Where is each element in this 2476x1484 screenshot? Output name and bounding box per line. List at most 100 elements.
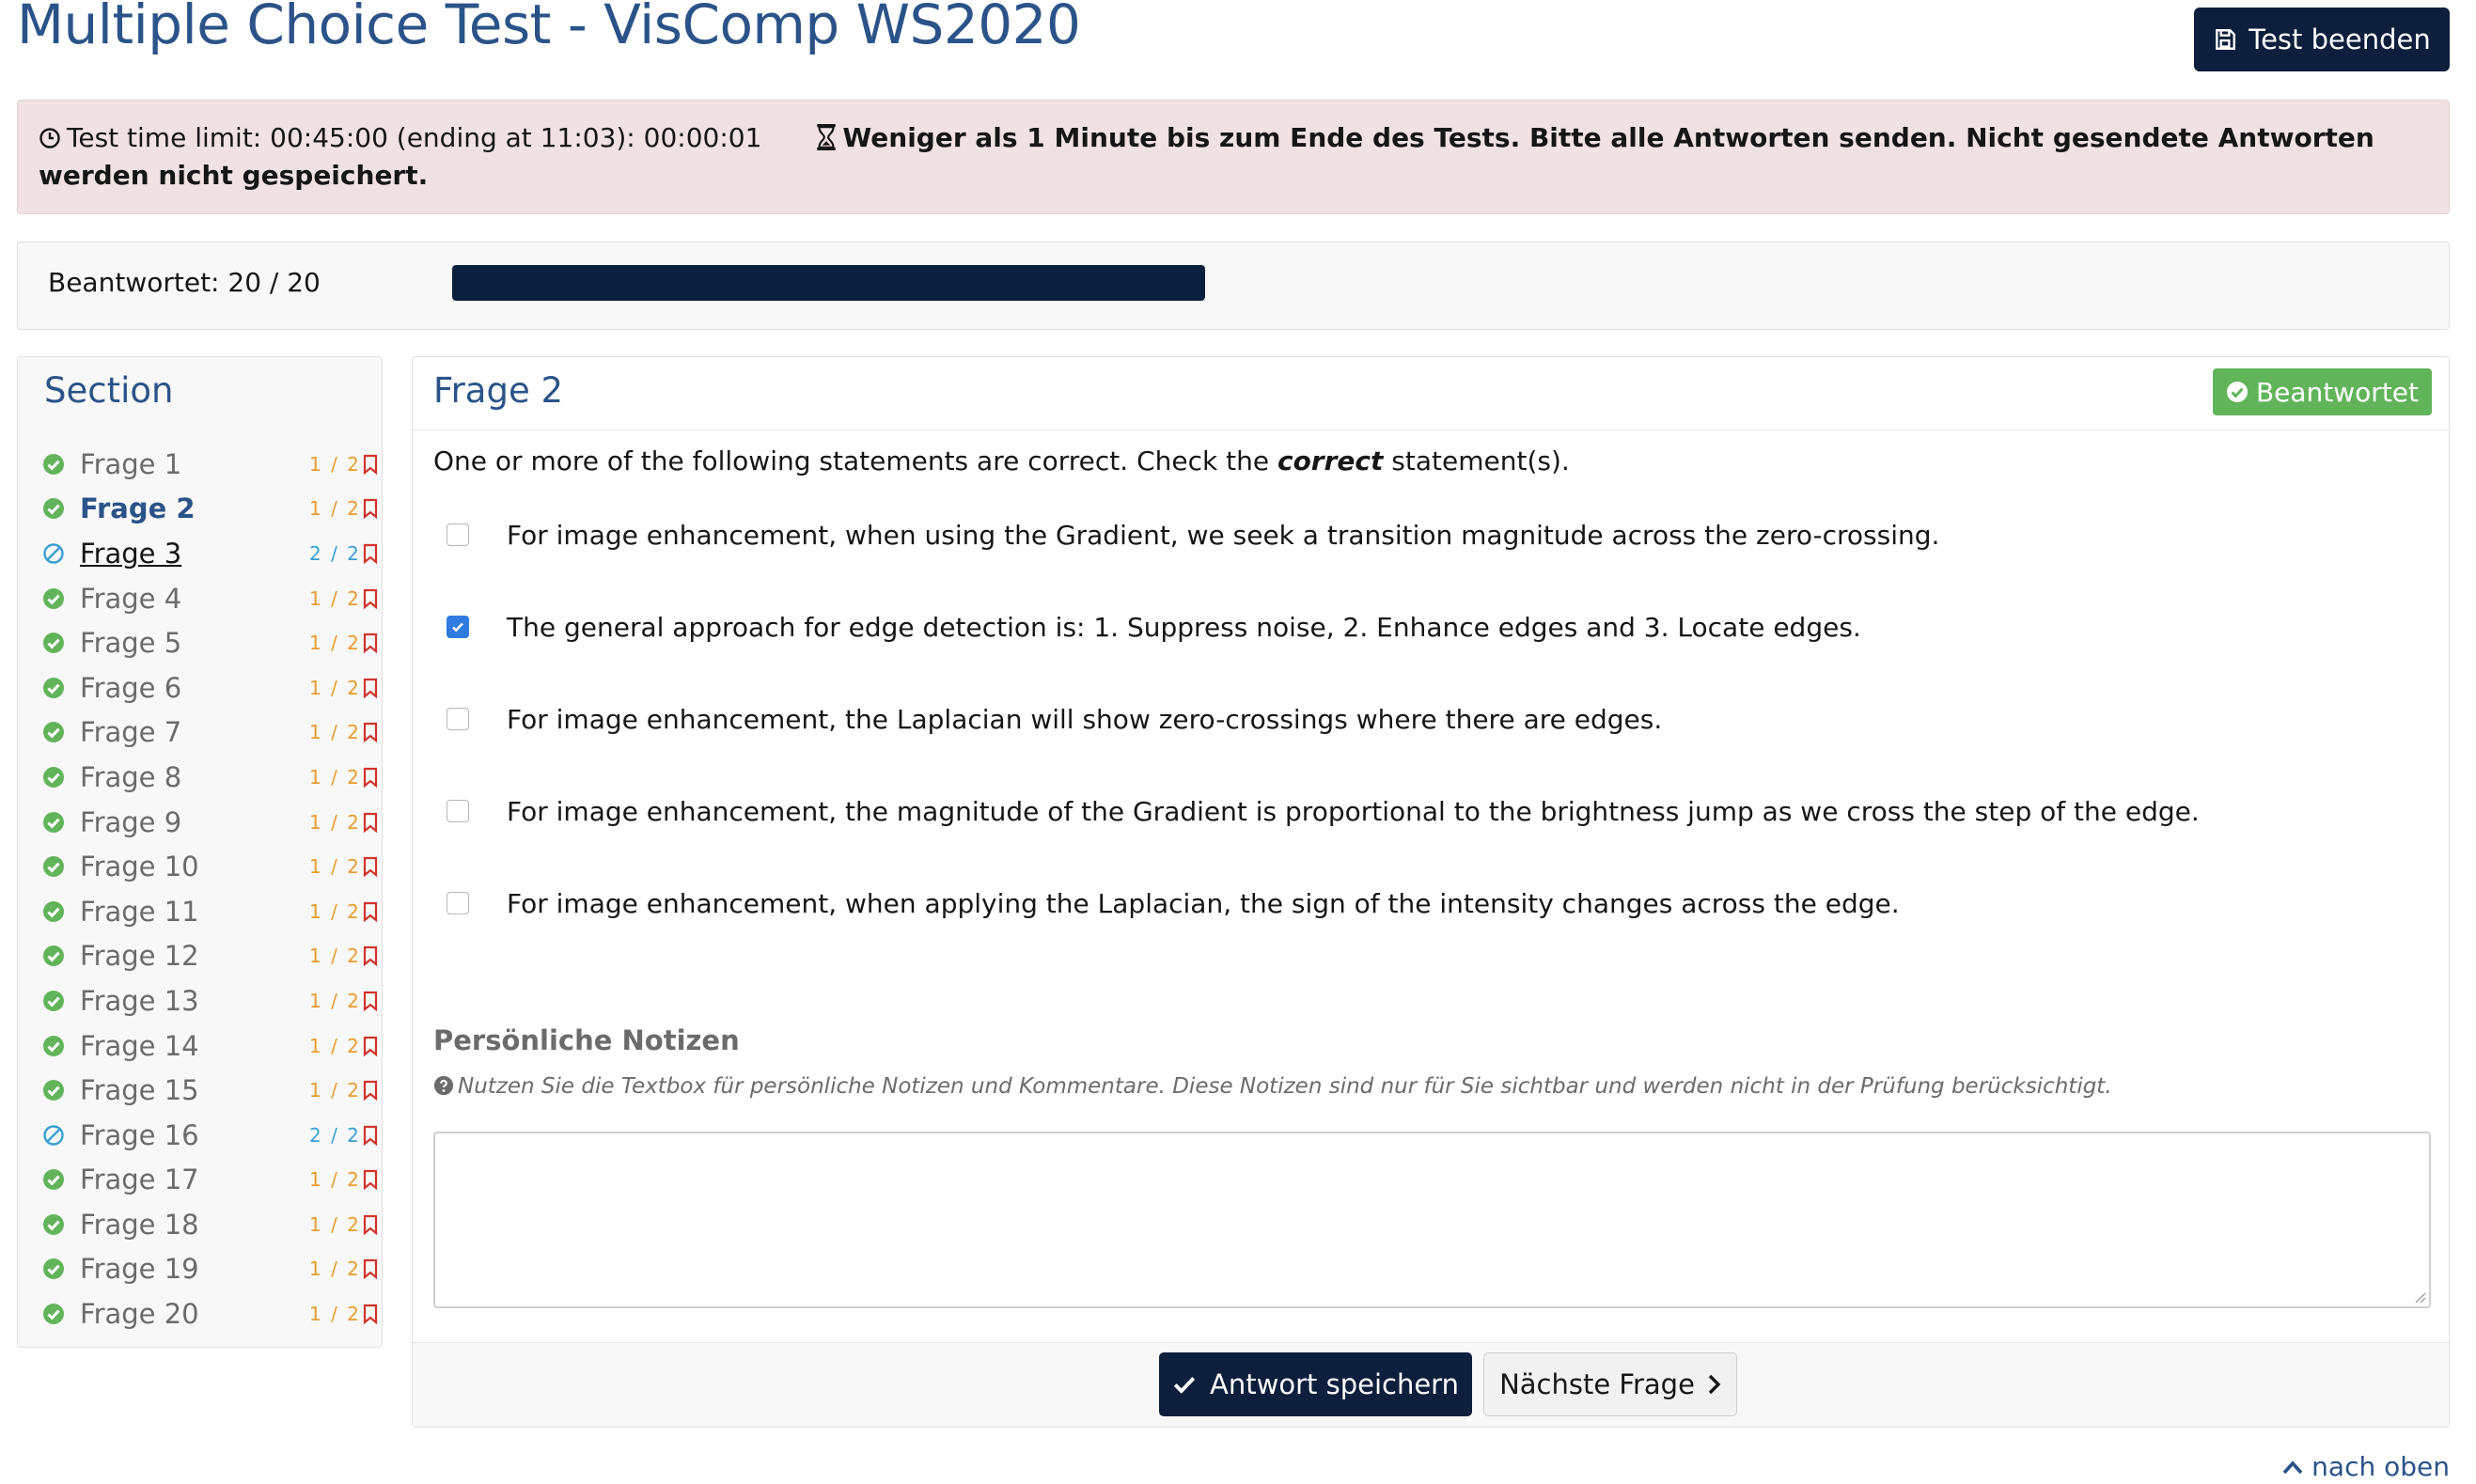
sidebar-item-frage-12[interactable]: Frage 12 1 / 2 [42,934,378,979]
sidebar-item-frage-5[interactable]: Frage 51 / 2 [42,620,378,665]
sidebar-item-frage-15[interactable]: Frage 15 1 / 2 [42,1068,378,1113]
bookmark-icon[interactable] [362,945,379,967]
check-circle-icon [43,1258,64,1280]
bookmark-icon[interactable] [362,543,379,564]
answered-badge-label: Beantwortet [2255,376,2419,408]
question-title: Frage 2 [433,370,564,411]
check-circle-icon [43,1035,64,1056]
progress-fill [452,265,1205,301]
sidebar-item-frage-1[interactable]: Frage 11 / 2 [42,442,378,487]
notes-help: Nutzen Sie die Textbox für persönliche N… [433,1074,2112,1099]
bookmark-icon[interactable] [362,1080,379,1101]
bookmark-icon[interactable] [362,588,379,609]
checkmark-icon [1173,1377,1196,1394]
bookmark-icon[interactable] [362,722,379,743]
bookmark-icon[interactable] [362,901,379,922]
time-limit-text: Test time limit: 00:45:00 (ending at 11:… [67,122,762,153]
check-circle-icon [43,990,64,1011]
next-question-button[interactable]: Nächste Frage [1483,1352,1737,1416]
chevron-right-icon [1708,1374,1721,1395]
answer-text: The general approach for edge detection … [507,611,1861,643]
question-circle-icon [433,1075,454,1096]
resize-grip-icon[interactable] [2413,1290,2426,1304]
points-badge: 1 / 2 [309,989,361,1012]
end-test-label: Test beenden [2249,23,2431,55]
answer-checkbox[interactable] [447,523,469,546]
points-badge: 1 / 2 [309,632,361,655]
sidebar-item-frage-14[interactable]: Frage 14 1 / 2 [42,1023,378,1069]
bookmark-icon[interactable] [362,1036,379,1056]
bookmark-icon[interactable] [362,633,379,654]
question-list: Frage 11 / 2 Frage 21 / 2 Frage 32 / 2 Frag… [42,442,378,1336]
bookmark-icon[interactable] [362,767,379,788]
sidebar-item-frage-7[interactable]: Frage 71 / 2 [42,711,378,756]
sidebar-item-frage-4[interactable]: Frage 41 / 2 [42,576,378,621]
sidebar-item-frage-18[interactable]: Frage 18 1 / 2 [42,1202,378,1247]
sidebar-item-frage-20[interactable]: Frage 20 1 / 2 [42,1291,378,1336]
bookmark-icon[interactable] [362,1258,379,1280]
answer-option[interactable]: The general approach for edge detection … [447,581,2200,673]
ban-circle-icon [43,543,64,564]
sidebar-item-frage-8[interactable]: Frage 81 / 2 [42,755,378,800]
bookmark-icon[interactable] [362,678,379,698]
sidebar-item-frage-16[interactable]: Frage 16 2 / 2 [42,1113,378,1158]
check-circle-icon [43,1169,64,1191]
check-circle-icon [43,945,64,967]
answer-option[interactable]: For image enhancement, when using the Gr… [447,489,2200,581]
answer-option[interactable]: For image enhancement, the magnitude of … [447,765,2200,857]
answer-checkbox[interactable] [447,892,469,914]
bookmark-icon[interactable] [362,1304,379,1325]
sidebar-item-frage-17[interactable]: Frage 17 1 / 2 [42,1158,378,1203]
answer-option[interactable]: For image enhancement, the Laplacian wil… [447,673,2200,765]
points-badge: 1 / 2 [309,810,361,834]
time-alert: Test time limit: 00:45:00 (ending at 11:… [17,100,2450,214]
answer-checkbox[interactable] [447,708,469,730]
bookmark-icon[interactable] [362,498,379,520]
prompt-text-end: statement(s). [1383,445,1570,476]
points-badge: 1 / 2 [309,1079,361,1102]
points-badge: 2 / 2 [309,541,361,565]
bookmark-icon[interactable] [362,1169,379,1191]
check-circle-icon [43,856,64,878]
checkmark-icon [452,622,463,633]
sidebar-item-frage-19[interactable]: Frage 19 1 / 2 [42,1247,378,1292]
answer-option[interactable]: For image enhancement, when applying the… [447,857,2200,949]
bookmark-icon[interactable] [362,991,379,1011]
back-to-top-label: nach oben [2311,1451,2450,1482]
end-test-button[interactable]: Test beenden [2194,8,2450,71]
answer-checkbox[interactable] [447,800,469,822]
points-badge: 1 / 2 [309,1168,361,1192]
bookmark-icon[interactable] [362,1214,379,1235]
progress-label: Beantwortet: 20 / 20 [48,267,321,298]
points-badge: 1 / 2 [309,1303,361,1326]
bookmark-icon[interactable] [362,454,379,475]
sidebar-item-frage-13[interactable]: Frage 13 1 / 2 [42,978,378,1023]
sidebar-title: Section [44,370,174,411]
sidebar-item-frage-11[interactable]: Frage 11 1 / 2 [42,889,378,934]
bookmark-icon[interactable] [362,812,379,833]
answer-text: For image enhancement, when applying the… [507,887,1900,919]
sidebar-item-frage-10[interactable]: Frage 10 1 / 2 [42,844,378,889]
next-question-label: Nächste Frage [1499,1368,1695,1400]
sidebar-item-frage-3[interactable]: Frage 32 / 2 [42,531,378,576]
points-badge: 1 / 2 [309,855,361,879]
notes-textarea[interactable] [433,1132,2431,1308]
points-badge: 1 / 2 [309,721,361,744]
check-circle-icon [43,900,64,922]
answer-checkbox[interactable] [447,616,469,638]
progress-panel: Beantwortet: 20 / 20 [17,242,2450,330]
question-panel: Frage 2 Beantwortet One or more of the f… [412,356,2450,1428]
points-badge: 1 / 2 [309,1212,361,1236]
bookmark-icon[interactable] [362,1125,379,1146]
points-badge: 1 / 2 [309,765,361,789]
save-answer-button[interactable]: Antwort speichern [1159,1352,1472,1416]
points-badge: 1 / 2 [309,1034,361,1057]
sidebar-item-frage-2[interactable]: Frage 21 / 2 [42,487,378,532]
back-to-top-link[interactable]: nach oben [2281,1451,2450,1482]
sidebar-item-frage-9[interactable]: Frage 91 / 2 [42,800,378,845]
answer-text: For image enhancement, the magnitude of … [507,795,2200,827]
sidebar-item-frage-6[interactable]: Frage 61 / 2 [42,665,378,711]
ban-circle-icon [43,1125,64,1146]
bookmark-icon[interactable] [362,856,379,878]
answer-list: For image enhancement, when using the Gr… [447,489,2200,949]
